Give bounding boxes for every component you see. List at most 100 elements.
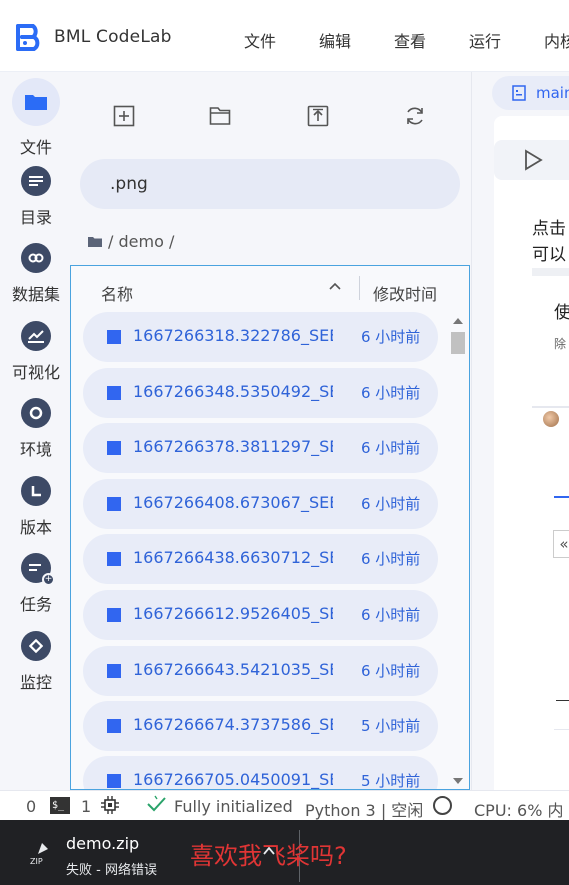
menu-file[interactable]: 文件 (244, 28, 319, 52)
run-icon[interactable] (522, 149, 544, 171)
file-name: 1667266674.3737586_SEE (133, 715, 333, 734)
menu-bar: 文件 编辑 查看 运行 内核 (244, 28, 569, 52)
image-file-icon (107, 330, 121, 344)
scroll-down-arrow-icon[interactable] (453, 778, 463, 784)
sidebar-item-toc[interactable]: 目录 (0, 166, 72, 228)
status-bar: 0 $_ 1 Fully initialized Python 3 | 空闲 C… (0, 790, 569, 820)
file-name: 1667266348.5350492_SEE (133, 382, 333, 401)
codelab-logo-icon (16, 24, 40, 51)
version-icon (21, 476, 51, 506)
image-file-icon (107, 497, 121, 511)
sidebar-item-label: 文件 (19, 138, 52, 157)
file-modified-time: 6 小时前 (361, 328, 421, 346)
file-row[interactable]: 1667266643.5421035_SEE 6 小时前 (83, 646, 438, 696)
folder-icon (12, 78, 60, 126)
brand[interactable]: BML CodeLab (12, 22, 172, 52)
markdown-text: 点击 (532, 219, 566, 239)
file-row[interactable]: 1667266705.0450091_SEE 5 小时前 (83, 756, 438, 789)
editor-area: main 点击 可以 使 除 « (472, 72, 569, 790)
tab-main[interactable]: main (492, 76, 569, 110)
download-bar: ZIP demo.zip 失败 - 网络错误 喜欢我飞桨吗? (0, 820, 569, 885)
sidebar-item-label: 目录 (19, 208, 52, 227)
breadcrumb-path[interactable]: / demo / (108, 232, 174, 251)
sidebar-item-monitor[interactable]: 监控 (0, 631, 72, 693)
init-status: Fully initialized (174, 797, 293, 816)
breadcrumb: / demo / (88, 232, 174, 251)
sidebar-item-label: 可视化 (11, 363, 60, 382)
sidebar-item-version[interactable]: 版本 (0, 476, 72, 538)
scrollbar-thumb[interactable] (451, 332, 465, 354)
prev-page-button[interactable]: « (553, 530, 569, 558)
file-modified-time: 6 小时前 (361, 439, 421, 457)
column-header-name[interactable]: 名称 (101, 281, 133, 305)
cpu-usage: CPU: 6% 内 (474, 801, 564, 820)
scroll-up-arrow-icon[interactable] (453, 318, 463, 324)
menu-edit[interactable]: 编辑 (319, 28, 394, 52)
column-header-modified[interactable]: 修改时间 (373, 281, 437, 305)
sidebar-item-task[interactable]: + 任务 (0, 553, 72, 615)
folder-icon (88, 237, 102, 247)
file-name: 1667266643.5421035_SEE (133, 660, 333, 679)
image-file-icon (107, 441, 121, 455)
card-subtitle: 除 (554, 337, 567, 351)
image-file-icon (107, 664, 121, 678)
menu-run[interactable]: 运行 (469, 28, 544, 52)
menu-kernel[interactable]: 内核 (544, 28, 569, 52)
active-tab-indicator (554, 496, 569, 498)
task-icon: + (21, 553, 55, 586)
file-row[interactable]: 1667266318.322786_SEED 6 小时前 (83, 312, 438, 362)
terminal-icon[interactable]: $_ (50, 797, 70, 814)
rule-line (556, 700, 569, 701)
sidebar-item-visualization[interactable]: 可视化 (0, 321, 72, 383)
refresh-icon[interactable] (403, 104, 427, 128)
new-file-icon[interactable] (112, 104, 136, 128)
file-name: 1667266612.9526405_SEE (133, 604, 333, 623)
svg-text:ZIP: ZIP (30, 857, 43, 866)
sort-ascending-icon[interactable] (327, 278, 343, 294)
file-list-scrollbar[interactable] (449, 314, 467, 788)
file-search-input[interactable] (80, 159, 460, 209)
sidebar-item-label: 数据集 (11, 285, 60, 304)
sidebar-item-label: 版本 (19, 518, 52, 537)
file-row[interactable]: 1667266378.3811297_SEE 6 小时前 (83, 423, 438, 473)
activity-sidebar: 文件 目录 数据集 可视化 环境 版本 + 任务 监控 (0, 72, 72, 790)
status-count-b[interactable]: 1 (81, 797, 91, 816)
environment-icon (21, 398, 51, 428)
overlay-caption: 喜欢我飞桨吗? (190, 842, 347, 870)
file-list-header: 名称 修改时间 (71, 266, 469, 312)
sidebar-item-dataset[interactable]: 数据集 (0, 243, 72, 305)
file-row[interactable]: 1667266674.3737586_SEE 5 小时前 (83, 701, 438, 751)
file-modified-time: 6 小时前 (361, 550, 421, 568)
file-row[interactable]: 1667266408.673067_SEED 6 小时前 (83, 479, 438, 529)
sidebar-item-files[interactable]: 文件 (0, 78, 72, 158)
sidebar-item-label: 监控 (19, 673, 52, 692)
file-name: 1667266408.673067_SEED (133, 493, 333, 512)
top-bar: BML CodeLab 文件 编辑 查看 运行 内核 (0, 0, 569, 72)
kernel-idle-circle-icon (433, 796, 452, 815)
image-file-icon (107, 719, 121, 733)
status-count-a[interactable]: 0 (26, 797, 36, 816)
file-row[interactable]: 1667266612.9526405_SEE 6 小时前 (83, 590, 438, 640)
file-list: 名称 修改时间 1667266318.322786_SEED 6 小时前 166… (70, 265, 470, 790)
monitor-icon (21, 631, 51, 661)
sidebar-item-environment[interactable]: 环境 (0, 398, 72, 460)
kernel-chip-icon[interactable] (100, 795, 120, 815)
file-name: 1667266318.322786_SEED (133, 326, 333, 345)
app-name: BML CodeLab (54, 27, 172, 47)
download-file-name[interactable]: demo.zip (66, 834, 139, 853)
avatar (543, 411, 559, 427)
file-browser-panel: / demo / 名称 修改时间 1667266318.322786_SEED … (70, 72, 472, 790)
task-plus-icon: + (42, 573, 55, 586)
notebook-document: 点击 可以 使 除 « (494, 116, 569, 790)
cell-divider (532, 268, 569, 276)
file-row[interactable]: 1667266348.5350492_SEE 6 小时前 (83, 368, 438, 418)
menu-view[interactable]: 查看 (394, 28, 469, 52)
new-folder-icon[interactable] (208, 104, 232, 128)
notebook-toolbar (494, 140, 569, 180)
kernel-status[interactable]: Python 3 | 空闲 (305, 797, 423, 821)
file-name: 1667266378.3811297_SEE (133, 437, 333, 456)
tab-label: main (536, 84, 569, 102)
upload-icon[interactable] (306, 104, 330, 128)
divider (532, 406, 569, 408)
file-row[interactable]: 1667266438.6630712_SEE 6 小时前 (83, 534, 438, 584)
